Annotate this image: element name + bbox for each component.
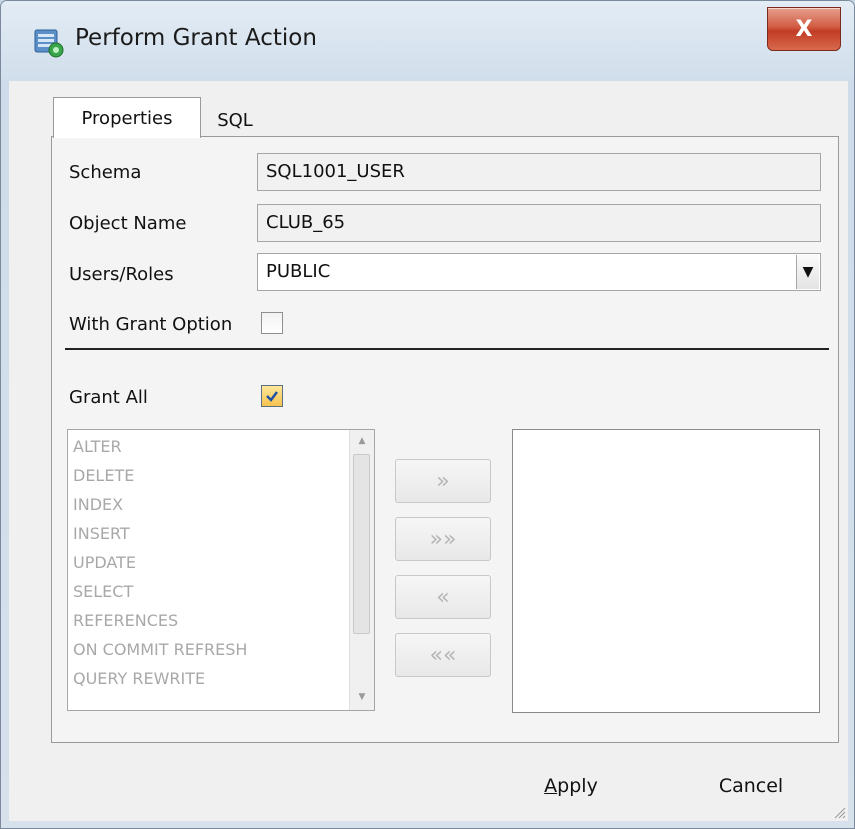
list-item[interactable]: INDEX — [73, 490, 123, 520]
chevron-right-icon: » — [436, 468, 450, 494]
window-title: Perform Grant Action — [75, 25, 317, 51]
grant-all-label: Grant All — [69, 387, 148, 408]
tab-properties[interactable]: Properties — [53, 97, 201, 138]
list-item[interactable]: SELECT — [73, 577, 133, 607]
scroll-thumb[interactable] — [353, 454, 370, 634]
double-chevron-left-icon: «« — [429, 642, 457, 668]
granted-privileges-list[interactable] — [512, 429, 820, 713]
with-grant-option-label: With Grant Option — [69, 314, 233, 335]
object-name-label: Object Name — [69, 213, 187, 234]
list-item[interactable]: INSERT — [73, 519, 130, 549]
scroll-up-icon[interactable]: ▲ — [350, 432, 374, 450]
apply-label: pply — [557, 775, 598, 797]
check-icon — [266, 391, 278, 402]
list-scrollbar[interactable]: ▲ ▼ — [349, 430, 374, 710]
chevron-left-icon: « — [436, 584, 450, 610]
list-item[interactable]: UPDATE — [73, 548, 136, 578]
apply-mnemonic: A — [544, 775, 558, 797]
database-grant-icon — [34, 29, 64, 58]
resize-grip-icon[interactable] — [834, 807, 846, 819]
available-privileges-list[interactable]: ALTER DELETE INDEX INSERT UPDATE SELECT … — [67, 429, 375, 711]
add-all-button[interactable]: »» — [395, 517, 491, 561]
users-roles-label: Users/Roles — [69, 264, 174, 285]
separator — [65, 348, 829, 350]
schema-field: SQL1001_USER — [257, 153, 821, 191]
title-bar: Perform Grant Action X — [1, 1, 854, 81]
list-item[interactable]: REFERENCES — [73, 606, 178, 636]
list-item[interactable]: QUERY REWRITE — [73, 664, 205, 694]
scroll-down-icon[interactable]: ▼ — [350, 688, 374, 706]
close-icon: X — [795, 16, 813, 42]
users-roles-dropdown[interactable]: PUBLIC ▼ — [257, 253, 821, 291]
dialog-window: Perform Grant Action X Properties SQL Sc… — [0, 0, 855, 829]
schema-label: Schema — [69, 162, 142, 183]
with-grant-option-checkbox[interactable] — [261, 312, 283, 334]
users-roles-value: PUBLIC — [266, 261, 331, 282]
remove-all-button[interactable]: «« — [395, 633, 491, 677]
dialog-body: Properties SQL Schema SQL1001_USER Objec… — [9, 81, 848, 821]
list-item[interactable]: DELETE — [73, 461, 134, 491]
double-chevron-right-icon: »» — [429, 526, 457, 552]
remove-one-button[interactable]: « — [395, 575, 491, 619]
object-name-field: CLUB_65 — [257, 204, 821, 242]
list-item[interactable]: ALTER — [73, 432, 122, 462]
tab-sql[interactable]: SQL — [205, 101, 265, 139]
close-button[interactable]: X — [767, 7, 841, 51]
apply-button[interactable]: Apply — [487, 763, 655, 809]
grant-all-checkbox[interactable] — [261, 385, 283, 407]
chevron-down-icon[interactable]: ▼ — [796, 255, 819, 289]
add-one-button[interactable]: » — [395, 459, 491, 503]
cancel-button[interactable]: Cancel — [667, 763, 835, 809]
list-item[interactable]: ON COMMIT REFRESH — [73, 635, 247, 665]
